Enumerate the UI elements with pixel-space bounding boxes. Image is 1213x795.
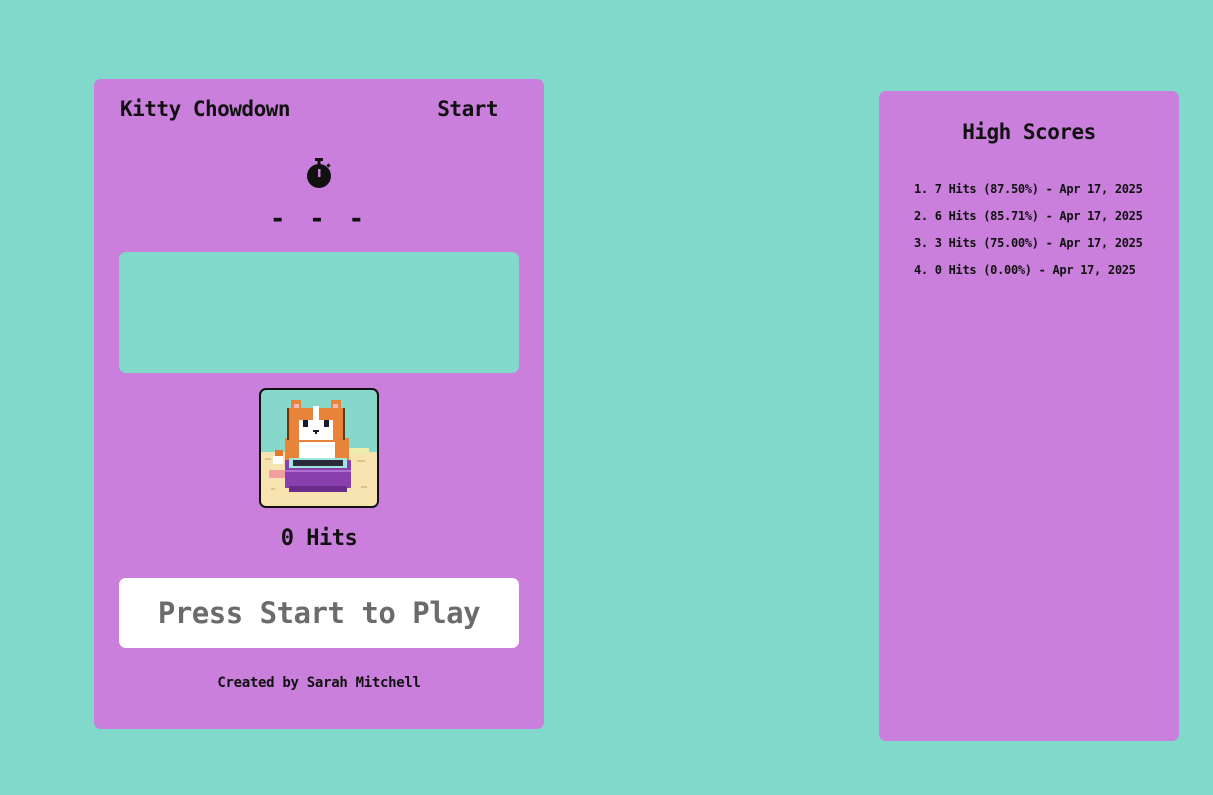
high-score-entry: 4. 0 Hits (0.00%) - Apr 17, 2025 — [914, 263, 1136, 277]
hits-counter: 0 Hits — [280, 526, 358, 551]
high-scores-list: 1. 7 Hits (87.50%) - Apr 17, 2025 2. 6 H… — [914, 179, 1143, 287]
credit-text: Created by Sarah Mitchell — [217, 675, 421, 691]
high-score-entry: 3. 3 Hits (75.00%) - Apr 17, 2025 — [914, 236, 1143, 250]
play-area[interactable] — [119, 252, 519, 373]
game-header: Kitty Chowdown Start — [120, 95, 498, 123]
stopwatch-icon — [307, 158, 331, 188]
game-title: Kitty Chowdown — [120, 97, 291, 121]
high-scores-title: High Scores — [962, 120, 1096, 144]
high-score-entry: 2. 6 Hits (85.71%) - Apr 17, 2025 — [914, 209, 1143, 223]
start-link[interactable]: Start — [437, 97, 498, 121]
timer-display: - - - — [269, 204, 369, 234]
game-panel: Kitty Chowdown Start - - - 0 Hits Press … — [94, 79, 544, 729]
press-start-button[interactable]: Press Start to Play — [119, 578, 519, 648]
cat-image — [259, 388, 379, 508]
high-scores-panel: High Scores 1. 7 Hits (87.50%) - Apr 17,… — [879, 91, 1179, 741]
high-score-entry: 1. 7 Hits (87.50%) - Apr 17, 2025 — [914, 182, 1143, 196]
